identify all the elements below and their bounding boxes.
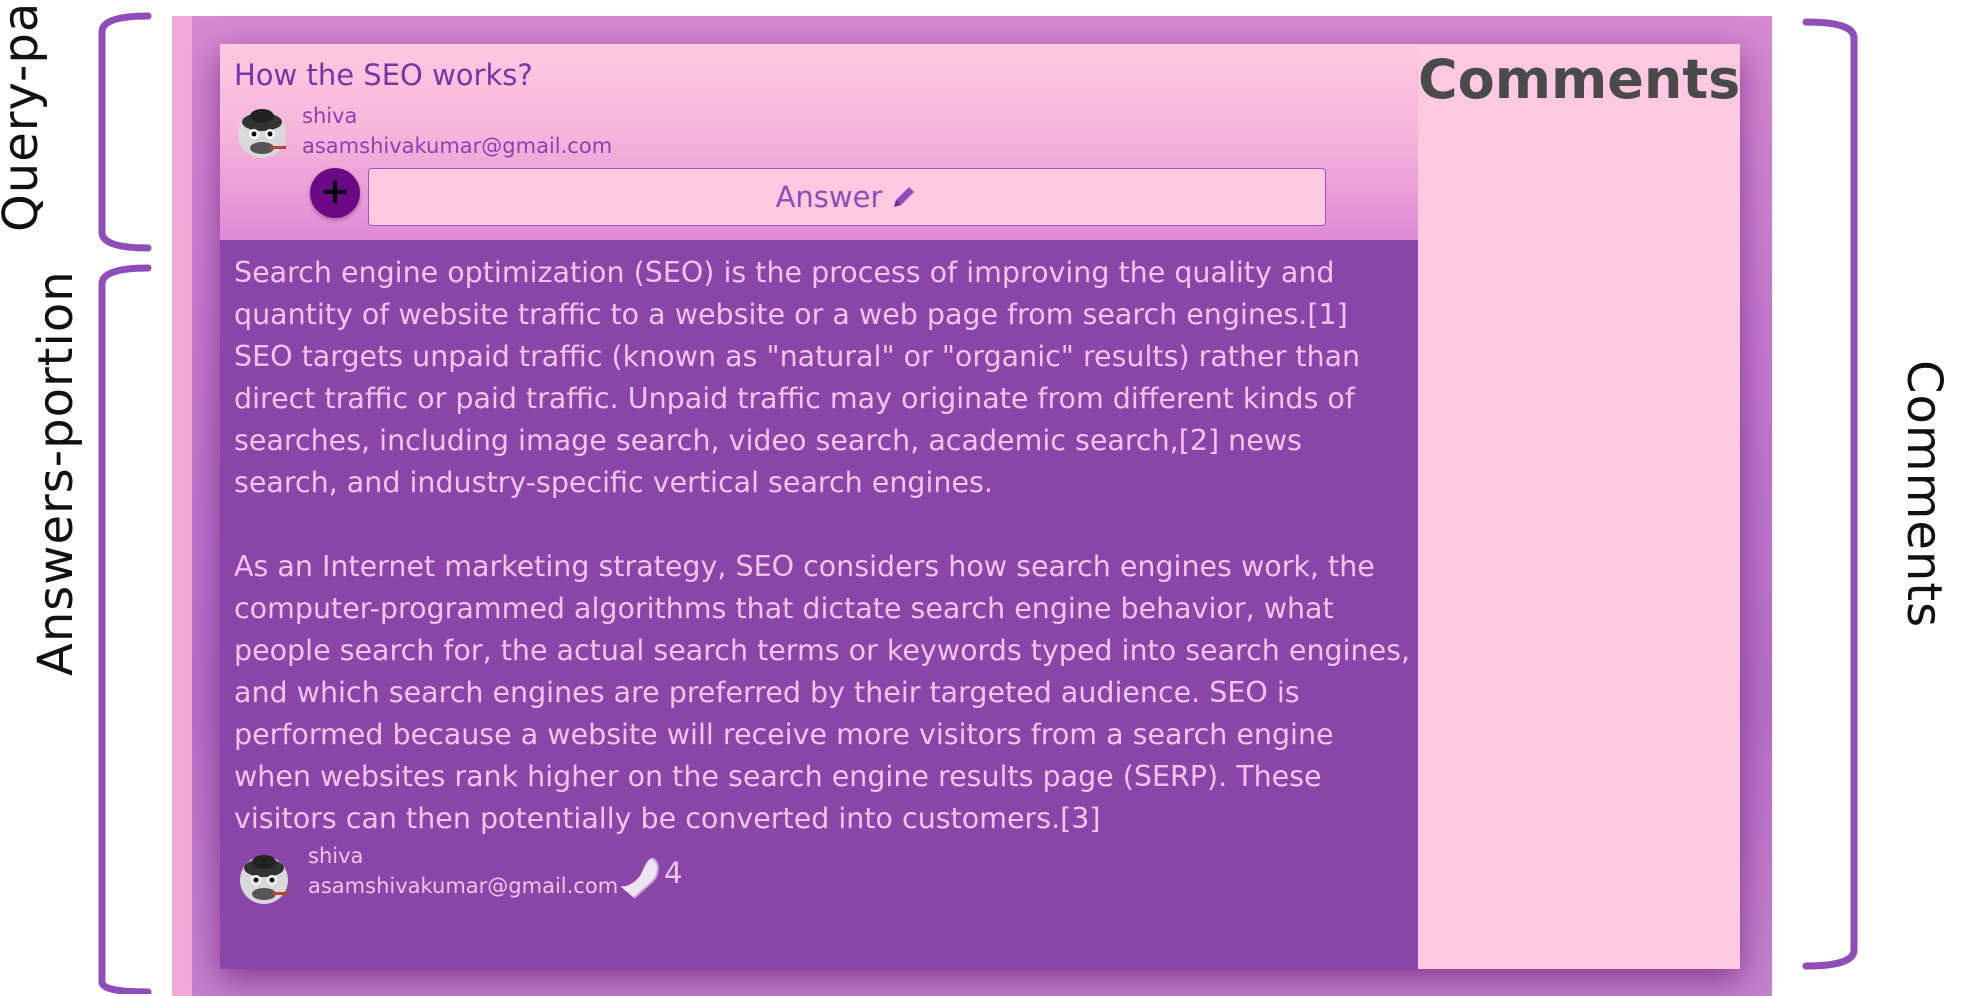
answer-author-email: asamshivakumar@gmail.com bbox=[308, 874, 619, 898]
query-bracket bbox=[98, 12, 152, 252]
frame-left-strip bbox=[172, 16, 192, 996]
answers-bracket bbox=[98, 264, 152, 994]
query-part-label: Query-part bbox=[0, 0, 49, 232]
question-author-email: asamshivakumar@gmail.com bbox=[302, 134, 613, 158]
like-count: 4 bbox=[664, 856, 683, 890]
answer-body: Search engine optimization (SEO) is the … bbox=[234, 252, 1414, 840]
comments-annotation: Comments bbox=[1896, 360, 1952, 628]
query-section: How the SEO works? shiva asamshivakumar@… bbox=[220, 44, 1418, 240]
comments-panel: Comments bbox=[1418, 44, 1740, 969]
comments-title: Comments bbox=[1418, 48, 1741, 111]
answers-portion-annotation: Answers-portion bbox=[28, 270, 84, 676]
question-title[interactable]: How the SEO works? bbox=[234, 58, 533, 92]
plus-icon: + bbox=[319, 171, 351, 212]
answer-author-name: shiva bbox=[308, 844, 364, 868]
pencil-icon bbox=[894, 187, 915, 207]
answer-button-label: Answer bbox=[775, 180, 883, 214]
user-avatar bbox=[238, 109, 286, 158]
answer-paragraph: As an Internet marketing strategy, SEO c… bbox=[234, 550, 1411, 835]
answer-button[interactable]: Answer bbox=[368, 168, 1326, 226]
comments-bracket bbox=[1802, 18, 1858, 970]
add-button[interactable]: + bbox=[310, 168, 360, 218]
heart-icon[interactable] bbox=[612, 852, 664, 900]
answer-paragraph: Search engine optimization (SEO) is the … bbox=[234, 256, 1361, 499]
comments-annotation-label: Comments bbox=[1896, 360, 1952, 629]
question-card: How the SEO works? shiva asamshivakumar@… bbox=[220, 44, 1740, 969]
answers-portion-label: Answers-portion bbox=[28, 270, 84, 676]
answer-author-avatar bbox=[240, 855, 288, 904]
question-author-name: shiva bbox=[302, 104, 358, 128]
answers-section: Search engine optimization (SEO) is the … bbox=[220, 240, 1418, 969]
